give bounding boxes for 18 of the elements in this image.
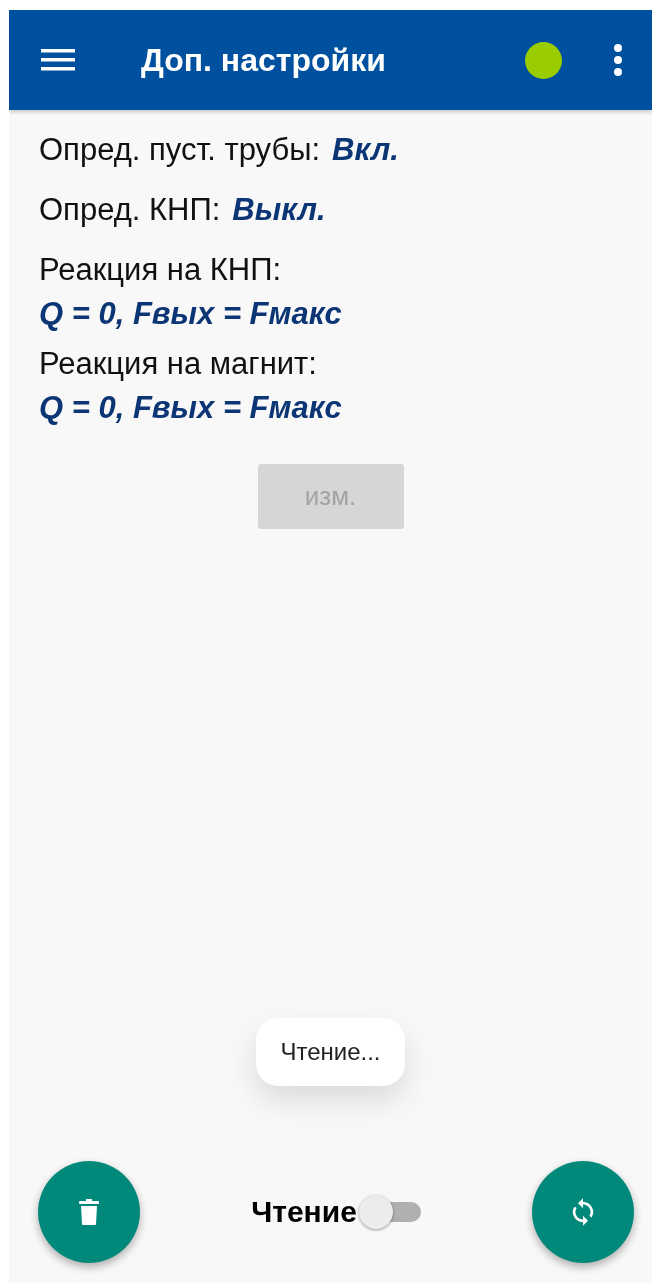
trash-icon xyxy=(79,1199,99,1225)
setting-label: Реакция на КНП: xyxy=(39,252,283,288)
app-bar-title: Доп. настройки xyxy=(141,41,387,79)
toggle-label: Чтение xyxy=(251,1195,357,1229)
more-icon[interactable] xyxy=(614,44,622,76)
setting-value: Q = 0, Fвых = Fмакс xyxy=(39,390,343,426)
status-dot xyxy=(525,41,562,79)
setting-label: Опред. пуст. трубы: xyxy=(39,132,321,168)
setting-label: Опред. КНП: xyxy=(39,192,221,228)
refresh-button[interactable] xyxy=(532,1161,634,1263)
setting-value: Вкл. xyxy=(332,132,399,168)
delete-button[interactable] xyxy=(38,1161,140,1263)
read-switch[interactable] xyxy=(358,1195,421,1229)
toast-message: Чтение... xyxy=(256,1018,405,1086)
setting-value: Q = 0, Fвых = Fмакс xyxy=(39,296,343,332)
menu-icon[interactable] xyxy=(41,48,75,72)
setting-value: Выкл. xyxy=(232,192,326,228)
setting-label: Реакция на магнит: xyxy=(39,346,318,382)
